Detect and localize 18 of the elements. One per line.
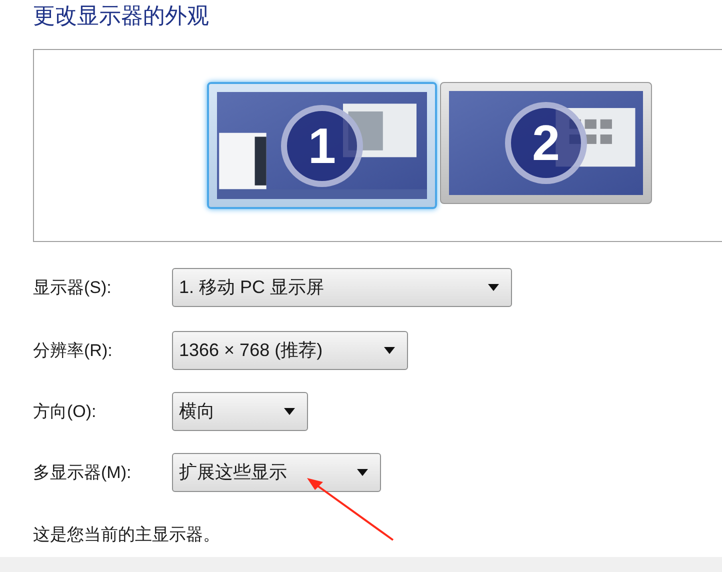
monitor-number: 2 <box>505 102 587 184</box>
caret-icon <box>384 347 395 354</box>
caret-icon <box>284 408 295 415</box>
setting-label: 方向(O): <box>33 400 98 423</box>
dropdown[interactable]: 1366 × 768 (推荐) <box>172 331 408 370</box>
setting-label: 多显示器(M): <box>33 462 132 484</box>
monitor[interactable]: 2 <box>440 82 652 204</box>
setting-label: 显示器(S): <box>33 276 112 299</box>
caret-icon <box>357 469 368 476</box>
dropdown[interactable]: 1. 移动 PC 显示屏 <box>172 268 512 307</box>
setting-label: 分辨率(R): <box>33 340 114 362</box>
monitor-number: 1 <box>281 104 363 186</box>
monitor[interactable]: 1 <box>207 82 437 209</box>
dropdown[interactable]: 扩展这些显示 <box>172 453 381 492</box>
dropdown[interactable]: 横向 <box>172 392 308 431</box>
page-title: 更改显示器的外观 <box>33 2 209 30</box>
primary-display-note: 这是您当前的主显示器。 <box>33 524 221 546</box>
caret-icon <box>488 284 499 291</box>
